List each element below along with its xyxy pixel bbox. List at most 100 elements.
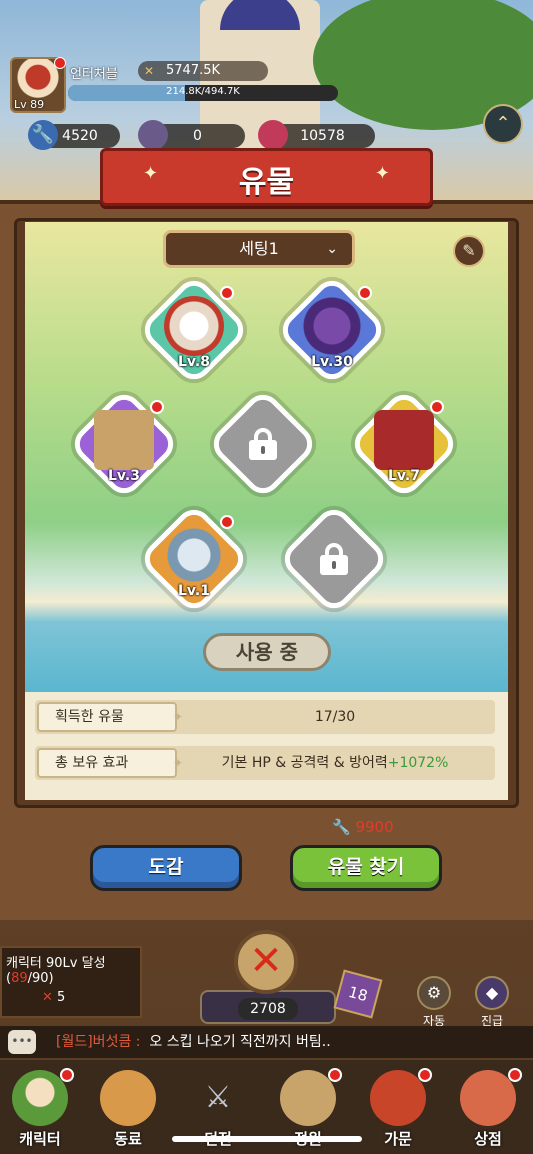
lock-icon (249, 428, 277, 460)
notification-dot (418, 1068, 432, 1082)
relic-slot-1[interactable]: Lv.8 (137, 273, 251, 387)
effect-bonus: +1072% (387, 755, 449, 771)
nav-guild[interactable]: 가문 (360, 1066, 436, 1154)
relic-slot-5[interactable]: Lv.1 (137, 502, 251, 616)
player-header: Lv 89 언터처블 ✕ 5747.5K 214.8K/494.7K (8, 55, 348, 115)
effect-label: 총 보유 효과 (37, 748, 183, 778)
chat-text: 오 스킵 나오기 직전까지 버팀.. (149, 1034, 331, 1050)
promote-button[interactable]: ◆ 진급 (472, 976, 512, 1029)
chevron-up-icon: ⌃ (495, 113, 511, 134)
nav-character[interactable]: 캐릭터 (2, 1066, 78, 1154)
blue-gem-currency[interactable]: 0 (138, 120, 245, 150)
shop-icon (460, 1070, 516, 1126)
chat-bar[interactable]: ••• [월드]버섯큼 : 오 스킵 나오기 직전까지 버팀.. (0, 1026, 533, 1058)
lock-icon (320, 543, 348, 575)
quest-title: 캐릭터 90Lv 달성 (6, 956, 106, 971)
chevron-down-icon: ⌄ (326, 241, 338, 257)
codex-button[interactable]: 도감 (90, 845, 242, 891)
notification-dot (430, 400, 444, 414)
nav-shop[interactable]: 상점 (450, 1066, 526, 1154)
relic-level: Lv.1 (178, 583, 210, 599)
xp-bar: 214.8K/494.7K (68, 85, 338, 101)
feather-icon: ✎ (462, 241, 476, 260)
relic-slot-locked-2[interactable] (277, 502, 391, 616)
collected-row: 획득한 유물 17/30 (35, 700, 495, 734)
collected-label: 획득한 유물 (37, 702, 183, 732)
skull-mask-icon (164, 296, 224, 356)
chat-sender: [월드]버섯큼 : (56, 1034, 141, 1050)
auto-button[interactable]: ⚙ 자동 (414, 976, 454, 1029)
blue-gem-icon (138, 120, 168, 150)
compass-icon (164, 525, 224, 585)
paw-icon (100, 1070, 156, 1126)
chat-bubble-icon: ••• (8, 1030, 36, 1054)
collected-value: 17/30 (314, 709, 356, 725)
wrench-currency[interactable]: 🔧 4520 (28, 120, 120, 150)
relic-level: Lv.7 (388, 468, 420, 484)
relic-level: Lv.3 (108, 468, 140, 484)
quest-progress: (89/90) (6, 971, 54, 986)
skull-banner-icon (370, 1070, 426, 1126)
power-value: 5747.5K (166, 63, 221, 78)
quest-panel[interactable]: 캐릭터 90Lv 달성 (89/90) ✕ 5 (0, 946, 142, 1018)
quest-progress-current: 89 (11, 971, 28, 986)
notification-dot (220, 515, 234, 529)
find-cost-value: 9900 (355, 818, 394, 836)
xp-text: 214.8K/494.7K (166, 86, 240, 97)
nav-label: 동료 (114, 1130, 142, 1148)
relic-info-panel: 획득한 유물 17/30 총 보유 효과 기본 HP & 공격력 & 방어력+1… (25, 692, 508, 800)
find-relic-button[interactable]: 유물 찾기 (290, 845, 442, 891)
wrench-icon: 🔧 (28, 120, 58, 150)
chat-message: [월드]버섯큼 : 오 스킵 나오기 직전까지 버팀.. (56, 1026, 331, 1058)
relic-level: Lv.30 (311, 354, 353, 370)
nav-label: 가문 (384, 1130, 412, 1148)
blue-gem-value: 0 (193, 128, 202, 144)
quest-reward: ✕ 5 (6, 990, 136, 1005)
notification-dot (150, 400, 164, 414)
relic-slot-2[interactable]: Lv.30 (275, 273, 389, 387)
relic-level: Lv.8 (178, 354, 210, 370)
chest-count: 2708 (238, 998, 298, 1020)
flag-icon (302, 296, 362, 356)
promote-icon: ◆ (475, 976, 509, 1010)
relic-slot-3[interactable]: Lv.3 (67, 387, 181, 501)
player-name: 언터처블 (70, 67, 118, 82)
wrench-icon: 🔧 (332, 818, 351, 836)
wrench-value: 4520 (62, 128, 98, 144)
setting-dropdown[interactable]: 세팅1 ⌄ (163, 230, 355, 268)
relic-slot-4[interactable]: Lv.7 (347, 387, 461, 501)
gear-icon: ⚙ (417, 976, 451, 1010)
nav-companion[interactable]: 동료 (90, 1066, 166, 1154)
collapse-up-button[interactable]: ⌃ (483, 104, 523, 144)
player-level: Lv 89 (14, 98, 45, 111)
quest-progress-max: /90) (27, 971, 54, 986)
title-banner: ✦ 유물 ✦ (73, 148, 460, 206)
sparkle-icon: ✦ (374, 163, 390, 184)
ticket-icon: ✕ (42, 990, 58, 1005)
close-button[interactable]: ✕ (234, 930, 298, 994)
notification-dot (54, 57, 66, 69)
in-use-badge: 사용 중 (203, 633, 331, 671)
red-gem-icon (258, 120, 288, 150)
notification-dot (328, 1068, 342, 1082)
box-icon (94, 410, 154, 470)
power-display: ✕ 5747.5K (138, 61, 268, 81)
find-cost: 🔧 9900 (332, 818, 394, 836)
feather-icon-button[interactable]: ✎ (453, 235, 485, 267)
crossed-swords-icon: ✕ (144, 64, 155, 78)
quest-reward-value: 5 (57, 990, 66, 1005)
notification-dot (220, 286, 234, 300)
relic-slot-locked-1[interactable] (206, 387, 320, 501)
red-gem-value: 10578 (300, 128, 345, 144)
nav-label: 상점 (474, 1130, 502, 1148)
garden-icon (280, 1070, 336, 1126)
avatar[interactable]: Lv 89 (10, 57, 66, 113)
book-icon (374, 410, 434, 470)
effect-value: 기본 HP & 공격력 & 방어력+1072% (185, 746, 485, 780)
notification-dot (358, 286, 372, 300)
red-gem-currency[interactable]: 10578 (258, 120, 375, 150)
notification-dot (60, 1068, 74, 1082)
setting-label: 세팅1 (239, 239, 279, 258)
home-indicator[interactable] (172, 1136, 362, 1142)
close-icon: ✕ (249, 938, 283, 984)
